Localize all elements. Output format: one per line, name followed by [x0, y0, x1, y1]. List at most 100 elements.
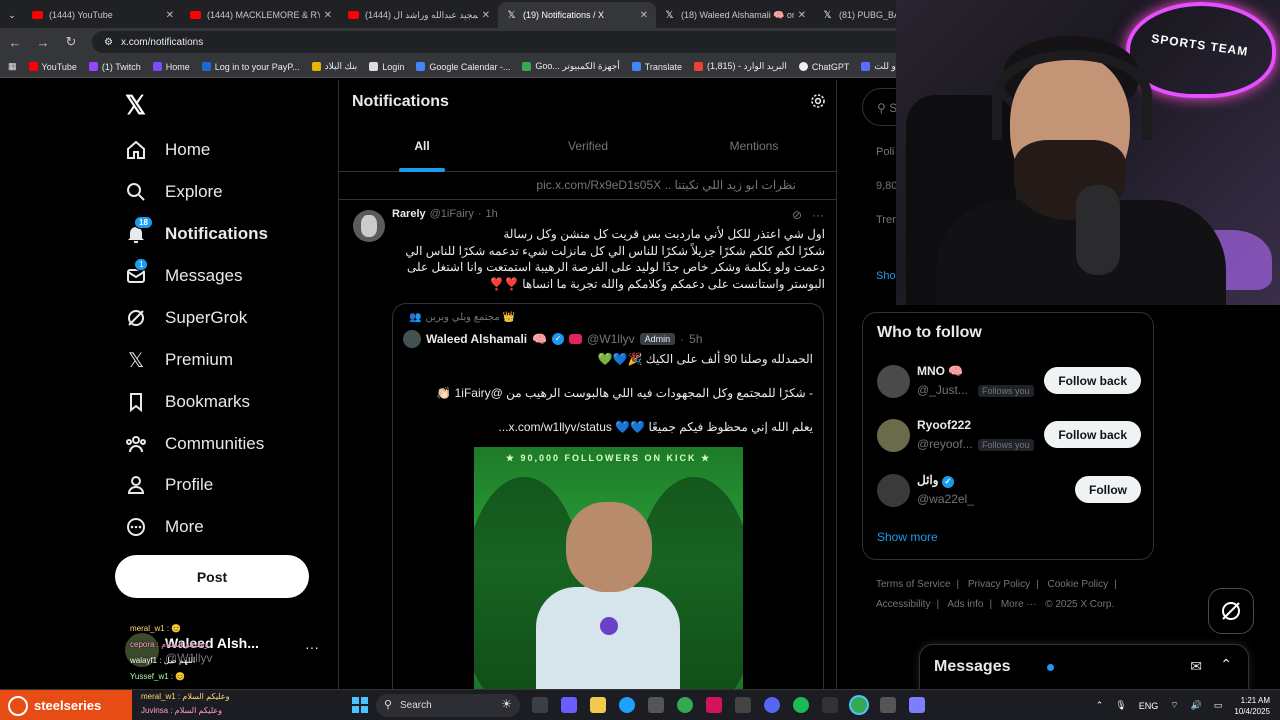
trend-text[interactable]: 9,80	[876, 180, 897, 192]
tab-mentions[interactable]: Mentions	[671, 132, 836, 172]
edge-icon[interactable]	[619, 697, 635, 713]
spotify-icon[interactable]	[793, 697, 809, 713]
taskbar-search[interactable]: ⚲ Search ☀	[376, 694, 520, 717]
more-dots-icon[interactable]: ···	[305, 639, 319, 655]
new-message-icon[interactable]: ✉	[1190, 658, 1202, 675]
nav-item-profile[interactable]: Profile	[125, 464, 213, 506]
app-icon[interactable]	[822, 697, 838, 713]
reload-icon[interactable]: ↻	[64, 34, 78, 50]
close-icon[interactable]: ✕	[166, 10, 174, 21]
bookmark[interactable]: Translate	[631, 62, 682, 72]
tab-all[interactable]: All	[339, 132, 505, 172]
store-icon[interactable]	[648, 697, 664, 713]
show-more-link[interactable]: Show more	[877, 530, 938, 544]
chrome-active-icon[interactable]	[851, 697, 867, 713]
chrome-icon[interactable]	[677, 697, 693, 713]
tweet[interactable]: Rarely @1iFairy · 1h ⊘ ··· اول شي اعتذر …	[339, 200, 836, 690]
file-explorer-icon[interactable]	[590, 697, 606, 713]
footer-link[interactable]: More ···	[1001, 599, 1037, 610]
apps-icon[interactable]: ▦	[8, 61, 17, 72]
suggestion-name[interactable]: وائل ✓	[917, 473, 954, 488]
trend-text[interactable]: Poli	[876, 146, 894, 158]
follow-suggestion[interactable]: Ryoof222 @reyoof... Follows you Follow b…	[863, 413, 1155, 463]
browser-tab[interactable]: (1444) YouTube ✕	[24, 2, 182, 28]
suggestion-name[interactable]: MNO 🧠	[917, 364, 963, 378]
footer-link[interactable]: Cookie Policy	[1048, 579, 1109, 590]
close-icon[interactable]: ✕	[482, 10, 490, 21]
bookmark[interactable]: Goo... أجهزة الكمبيوتر	[522, 61, 620, 72]
nav-item-bookmarks[interactable]: Bookmarks	[125, 381, 250, 423]
follow-suggestion[interactable]: MNO 🧠 @_Just... Follows you Follow back	[863, 359, 1155, 409]
trend-text[interactable]: Tren	[876, 214, 898, 226]
footer-link[interactable]: Ads info	[947, 599, 983, 610]
browser-tab[interactable]: (1444) MACKLEMORE & RY ✕	[182, 2, 340, 28]
battery-icon[interactable]: ▭	[1214, 700, 1223, 711]
close-icon[interactable]: ✕	[640, 10, 648, 21]
windows-start-icon[interactable]	[352, 697, 368, 713]
close-icon[interactable]: ✕	[798, 10, 806, 21]
footer-link[interactable]: Privacy Policy	[968, 579, 1030, 590]
browser-tab[interactable]: (1444) عبدالمجيد عبدالله وراشد ال ✕	[340, 2, 498, 28]
nav-item-communities[interactable]: Communities	[125, 423, 264, 465]
author-name[interactable]: Rarely	[392, 208, 426, 220]
copilot-icon[interactable]	[561, 697, 577, 713]
back-icon[interactable]: ←	[8, 35, 22, 50]
gear-icon[interactable]	[810, 93, 826, 109]
footer-link[interactable]: Terms of Service	[876, 579, 950, 590]
footer-link[interactable]: Accessibility	[876, 599, 930, 610]
site-info-icon[interactable]: ⚙	[104, 37, 113, 48]
app-icon[interactable]	[880, 697, 896, 713]
post-button[interactable]: Post	[115, 555, 309, 598]
quoted-tweet[interactable]: 👥 مجتمع وبلي وبرين 👑 Waleed Alshamali 🧠 …	[392, 303, 824, 690]
tweet-image[interactable]: ★ 90,000 FOLLOWERS ON KICK ★	[474, 447, 743, 690]
messages-dock[interactable]: Messages ✉ ⌃	[919, 644, 1249, 690]
nav-item-notifications[interactable]: 18 Notifications	[125, 213, 268, 255]
app-icon[interactable]	[706, 697, 722, 713]
tab-menu-button[interactable]: ⌄	[0, 2, 24, 28]
tab-verified[interactable]: Verified	[505, 132, 671, 172]
nav-item-more[interactable]: More	[125, 506, 204, 548]
avatar[interactable]	[877, 474, 910, 507]
nav-item-premium[interactable]: 𝕏 Premium	[125, 339, 233, 381]
suggestion-name[interactable]: Ryoof222	[917, 418, 971, 432]
bookmark[interactable]: Google Calendar -...	[416, 62, 510, 72]
previous-post-text[interactable]: نظرات ابو زيد اللي نكيتنا .. pic.x.com/R…	[339, 172, 836, 200]
avatar[interactable]	[877, 365, 910, 398]
app-icon[interactable]	[735, 697, 751, 713]
bookmark[interactable]: بنك البلاد	[311, 61, 357, 72]
chevron-up-icon[interactable]: ⌃	[1096, 700, 1104, 711]
mic-icon[interactable]: 🎙	[1115, 700, 1126, 711]
close-icon[interactable]: ✕	[324, 10, 332, 21]
follow-suggestion[interactable]: وائل ✓ @wa22el_ Follow	[863, 468, 1155, 518]
avatar[interactable]	[353, 210, 385, 242]
author-handle[interactable]: @1iFairy	[430, 208, 474, 220]
grok-icon[interactable]: ⊘	[792, 208, 802, 222]
app-icon[interactable]	[909, 697, 925, 713]
forward-icon[interactable]: →	[36, 35, 50, 50]
nav-item-home[interactable]: Home	[125, 129, 210, 171]
expand-icon[interactable]: ⌃	[1220, 656, 1232, 673]
wifi-icon[interactable]: ⌔	[1170, 700, 1178, 711]
volume-icon[interactable]: 🔊	[1191, 700, 1202, 711]
language-indicator[interactable]: ENG	[1139, 701, 1159, 711]
bookmark[interactable]: Home	[152, 62, 190, 72]
discord-icon[interactable]	[764, 697, 780, 713]
url-field[interactable]: ⚙ x.com/notifications	[92, 31, 912, 53]
bookmark[interactable]: Login	[369, 62, 404, 72]
avatar[interactable]	[877, 419, 910, 452]
x-logo-icon[interactable]: 𝕏	[125, 90, 146, 121]
bookmark[interactable]: (1) Twitch	[88, 62, 141, 72]
tweet-time[interactable]: 1h	[485, 208, 497, 220]
bookmark[interactable]: YouTube	[28, 62, 77, 72]
follow-back-button[interactable]: Follow back	[1044, 421, 1141, 448]
show-more-link[interactable]: Sho	[876, 270, 896, 282]
task-view-icon[interactable]	[532, 697, 548, 713]
more-dots-icon[interactable]: ···	[812, 208, 824, 222]
nav-item-supergrok[interactable]: SuperGrok	[125, 297, 247, 339]
follow-button[interactable]: Follow	[1075, 476, 1141, 503]
bookmark[interactable]: Log in to your PayP...	[201, 62, 300, 72]
bookmark[interactable]: ChatGPT	[798, 62, 849, 72]
browser-tab-active[interactable]: 𝕏 (19) Notifications / X ✕	[498, 2, 656, 28]
browser-tab[interactable]: 𝕏 (18) Waleed Alshamali 🧠 on X ✕	[656, 2, 814, 28]
grok-button[interactable]	[1208, 588, 1254, 634]
